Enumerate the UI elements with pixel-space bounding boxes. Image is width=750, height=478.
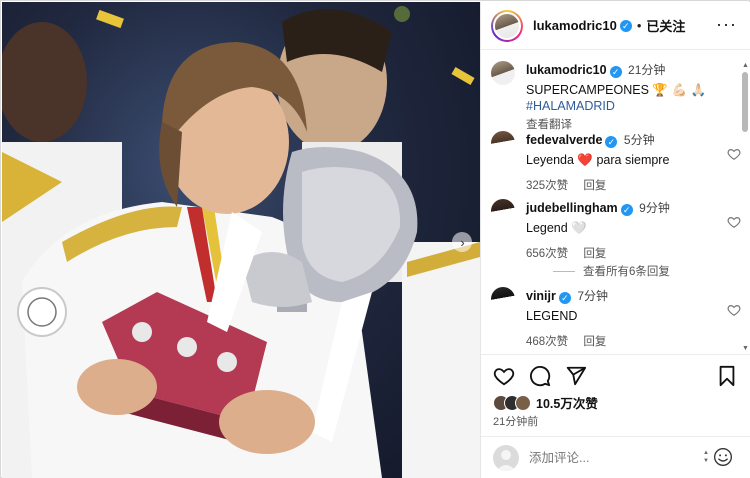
verified-badge-icon: ✓ [620,204,633,216]
comments-list: lukamodric10 ✓ 21分钟 SUPERCAMPEONES 🏆 💪🏻 🙏… [481,51,743,353]
comment-like-heart-icon[interactable] [727,303,741,317]
verified-badge-icon: ✓ [558,292,571,304]
comment-item: vinijr ✓ 7分钟 LEGEND 468次赞 回复 [491,287,741,348]
comment-input[interactable] [529,449,689,467]
chevron-right-icon: › [460,234,465,250]
share-icon[interactable] [565,365,587,387]
verified-badge-icon: ✓ [605,136,618,148]
post-timestamp: 21分钟前 [493,416,539,428]
comment-composer: ▲▼ [481,436,750,478]
commenter-avatar[interactable] [491,131,515,155]
comment-reply-button[interactable]: 回复 [583,180,606,192]
post-header: lukamodric10 ✓ • 已关注 ··· [481,2,750,50]
comment-reply-button[interactable]: 回复 [583,336,606,348]
caption-item: lukamodric10 ✓ 21分钟 SUPERCAMPEONES 🏆 💪🏻 🙏… [491,61,741,131]
caption-username[interactable]: lukamodric10 [526,63,607,77]
comment-icon[interactable] [529,365,551,387]
post-sidebar: lukamodric10 ✓ • 已关注 ··· lukamodric10 ✓ 2… [480,2,750,478]
comment-username[interactable]: judebellingham [526,201,618,215]
liker-avatars [493,394,531,411]
next-image-button[interactable]: › [452,232,472,252]
scroll-down-arrow-icon[interactable]: ▼ [742,345,749,352]
likes-summary[interactable]: 10.5万次赞 [493,393,598,412]
comment-like-heart-icon[interactable] [727,215,741,229]
comment-time: 7分钟 [577,289,609,303]
comment-text: Legend 🤍 [526,221,587,235]
comment-username[interactable]: fedevalverde [526,133,602,147]
comment-reply-button[interactable]: 回复 [583,248,606,260]
comment-item: fedevalverde ✓ 5分钟 Leyenda ❤️ para siempr… [491,131,741,192]
comment-time: 9分钟 [639,201,670,215]
commenter-avatar[interactable] [491,199,515,223]
more-options-icon[interactable]: ··· [716,14,737,34]
comment-time: 5分钟 [623,133,655,147]
author-username[interactable]: lukamodric10 [533,18,617,33]
comment-like-heart-icon[interactable] [727,147,741,161]
see-translation-link[interactable]: 查看翻译 [526,116,726,132]
view-all-replies-link[interactable]: 查看所有6条回复 [553,263,670,279]
comment-text: LEGEND [526,309,578,323]
author-avatar[interactable] [491,9,523,42]
post-photo-illustration [2,6,480,478]
heart-icon[interactable] [493,365,515,387]
verified-badge-icon: ✓ [609,66,622,78]
caption-avatar[interactable] [491,61,515,85]
commenter-avatar[interactable] [491,287,515,311]
comment-like-count[interactable]: 325次赞 [526,180,568,192]
post-image[interactable]: › [2,2,480,478]
post-actions: 10.5万次赞 21分钟前 [481,354,750,436]
comment-like-count[interactable]: 656次赞 [526,248,568,260]
caption-text: SUPERCAMPEONES 🏆 💪🏻 🙏🏻 [526,83,707,97]
comment-text: Leyenda ❤️ para siempre [526,153,670,167]
comment-username[interactable]: vinijr [526,289,556,303]
bookmark-icon[interactable] [717,365,737,387]
stepper-arrows-icon[interactable]: ▲ ▼ [703,449,709,465]
caption-hashtag-link[interactable]: #HALAMADRID [526,98,726,114]
verified-badge-icon: ✓ [619,19,632,32]
caption-time: 21分钟 [628,63,666,77]
instagram-post-window: › lukamodric10 ✓ • 已关注 ··· lukamodric10 ✓… [0,0,750,478]
current-user-avatar [493,445,519,471]
scroll-up-arrow-icon[interactable]: ▲ [742,62,749,69]
scrollbar-thumb[interactable] [742,72,748,132]
comment-like-count[interactable]: 468次赞 [526,336,568,348]
separator-dot: • [636,18,642,33]
like-count[interactable]: 10.5万次赞 [536,393,598,412]
comments-scrollbar[interactable]: ▲ ▼ [742,62,749,352]
emoji-icon[interactable] [713,447,733,467]
follow-status-button[interactable]: 已关注 [646,16,685,35]
comment-item: judebellingham ✓ 9分钟 Legend 🤍 656次赞 回复 [491,199,741,260]
